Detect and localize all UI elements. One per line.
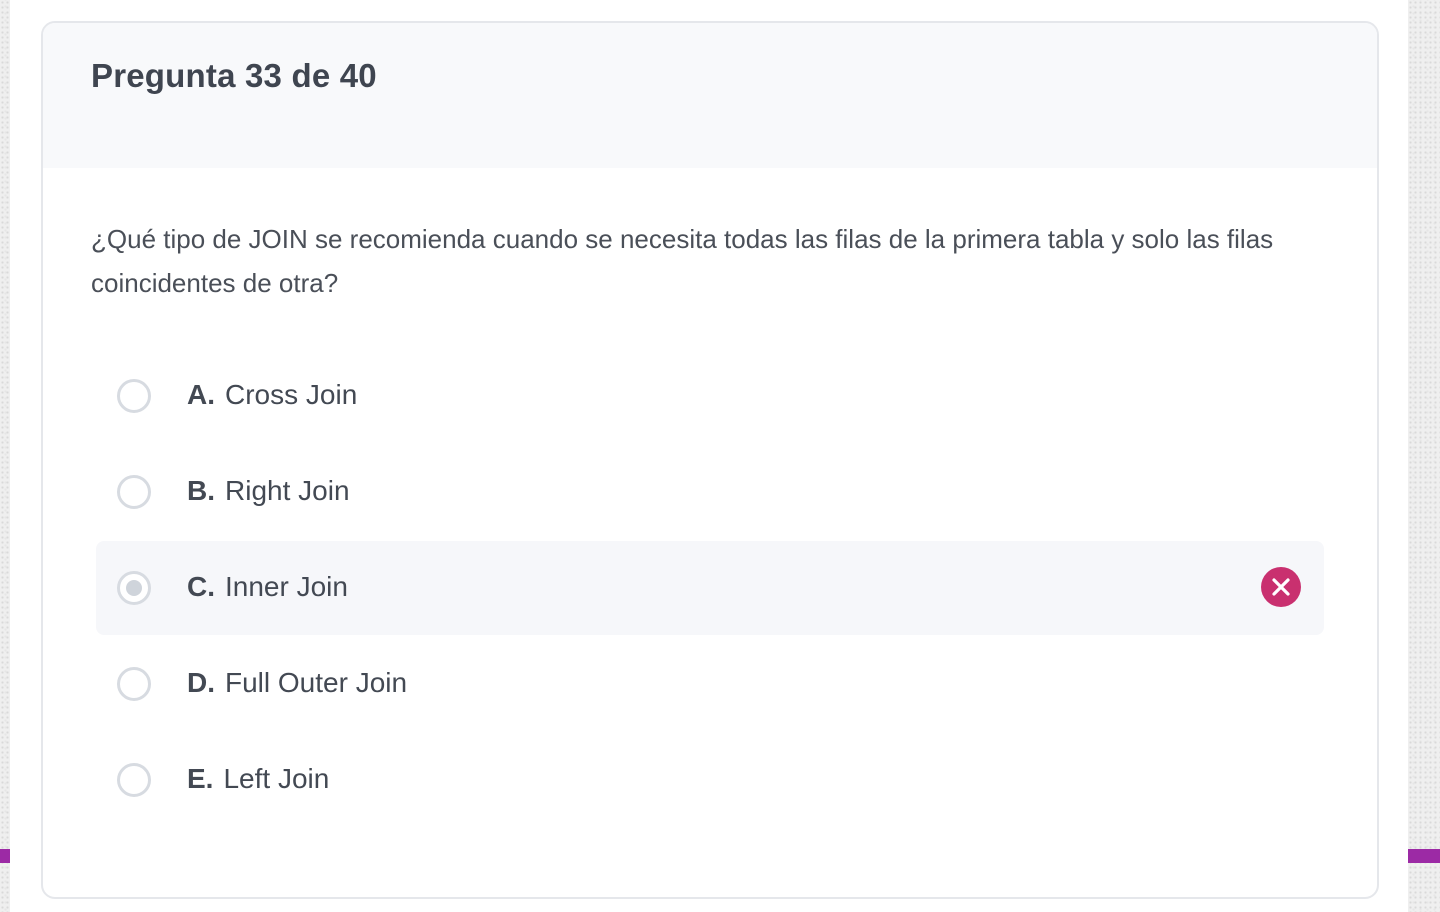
answer-options: A. Cross Join B. Right Join C. Inner Join D… [96,349,1324,829]
option-label: Inner Join [225,571,348,602]
option-label: Cross Join [225,379,358,410]
answer-option-c[interactable]: C. Inner Join [96,541,1324,635]
answer-option-b[interactable]: B. Right Join [96,445,1324,539]
option-letter: A. [187,379,215,410]
option-text: E. Left Join [187,763,329,795]
option-text: B. Right Join [187,475,350,507]
answer-option-e[interactable]: E. Left Join [96,733,1324,827]
option-letter: B. [187,475,215,506]
right-background-texture [1408,0,1440,912]
option-text: D. Full Outer Join [187,667,407,699]
option-label: Left Join [223,763,330,794]
option-label: Full Outer Join [225,667,408,698]
option-text: A. Cross Join [187,379,357,411]
question-card: Pregunta 33 de 40 ¿Qué tipo de JOIN se r… [41,21,1379,899]
page: Pregunta 33 de 40 ¿Qué tipo de JOIN se r… [0,0,1440,912]
answer-option-d[interactable]: D. Full Outer Join [96,637,1324,731]
question-progress-title: Pregunta 33 de 40 [91,57,377,94]
answer-option-a[interactable]: A. Cross Join [96,349,1324,443]
option-text: C. Inner Join [187,571,348,603]
radio-button[interactable] [117,475,151,509]
radio-button[interactable] [117,763,151,797]
option-label: Right Join [225,475,350,506]
radio-button[interactable] [117,667,151,701]
question-text: ¿Qué tipo de JOIN se recomienda cuando s… [91,224,1274,298]
close-circle-icon [1261,567,1301,607]
left-background-texture [0,0,10,912]
radio-button[interactable] [117,379,151,413]
left-accent-bar [0,849,10,863]
radio-dot [126,580,142,596]
option-letter: E. [187,763,214,794]
option-letter: D. [187,667,215,698]
question-card-header: Pregunta 33 de 40 [43,23,1377,168]
radio-button-selected[interactable] [117,571,151,605]
option-letter: C. [187,571,215,602]
right-accent-bar [1408,849,1440,863]
